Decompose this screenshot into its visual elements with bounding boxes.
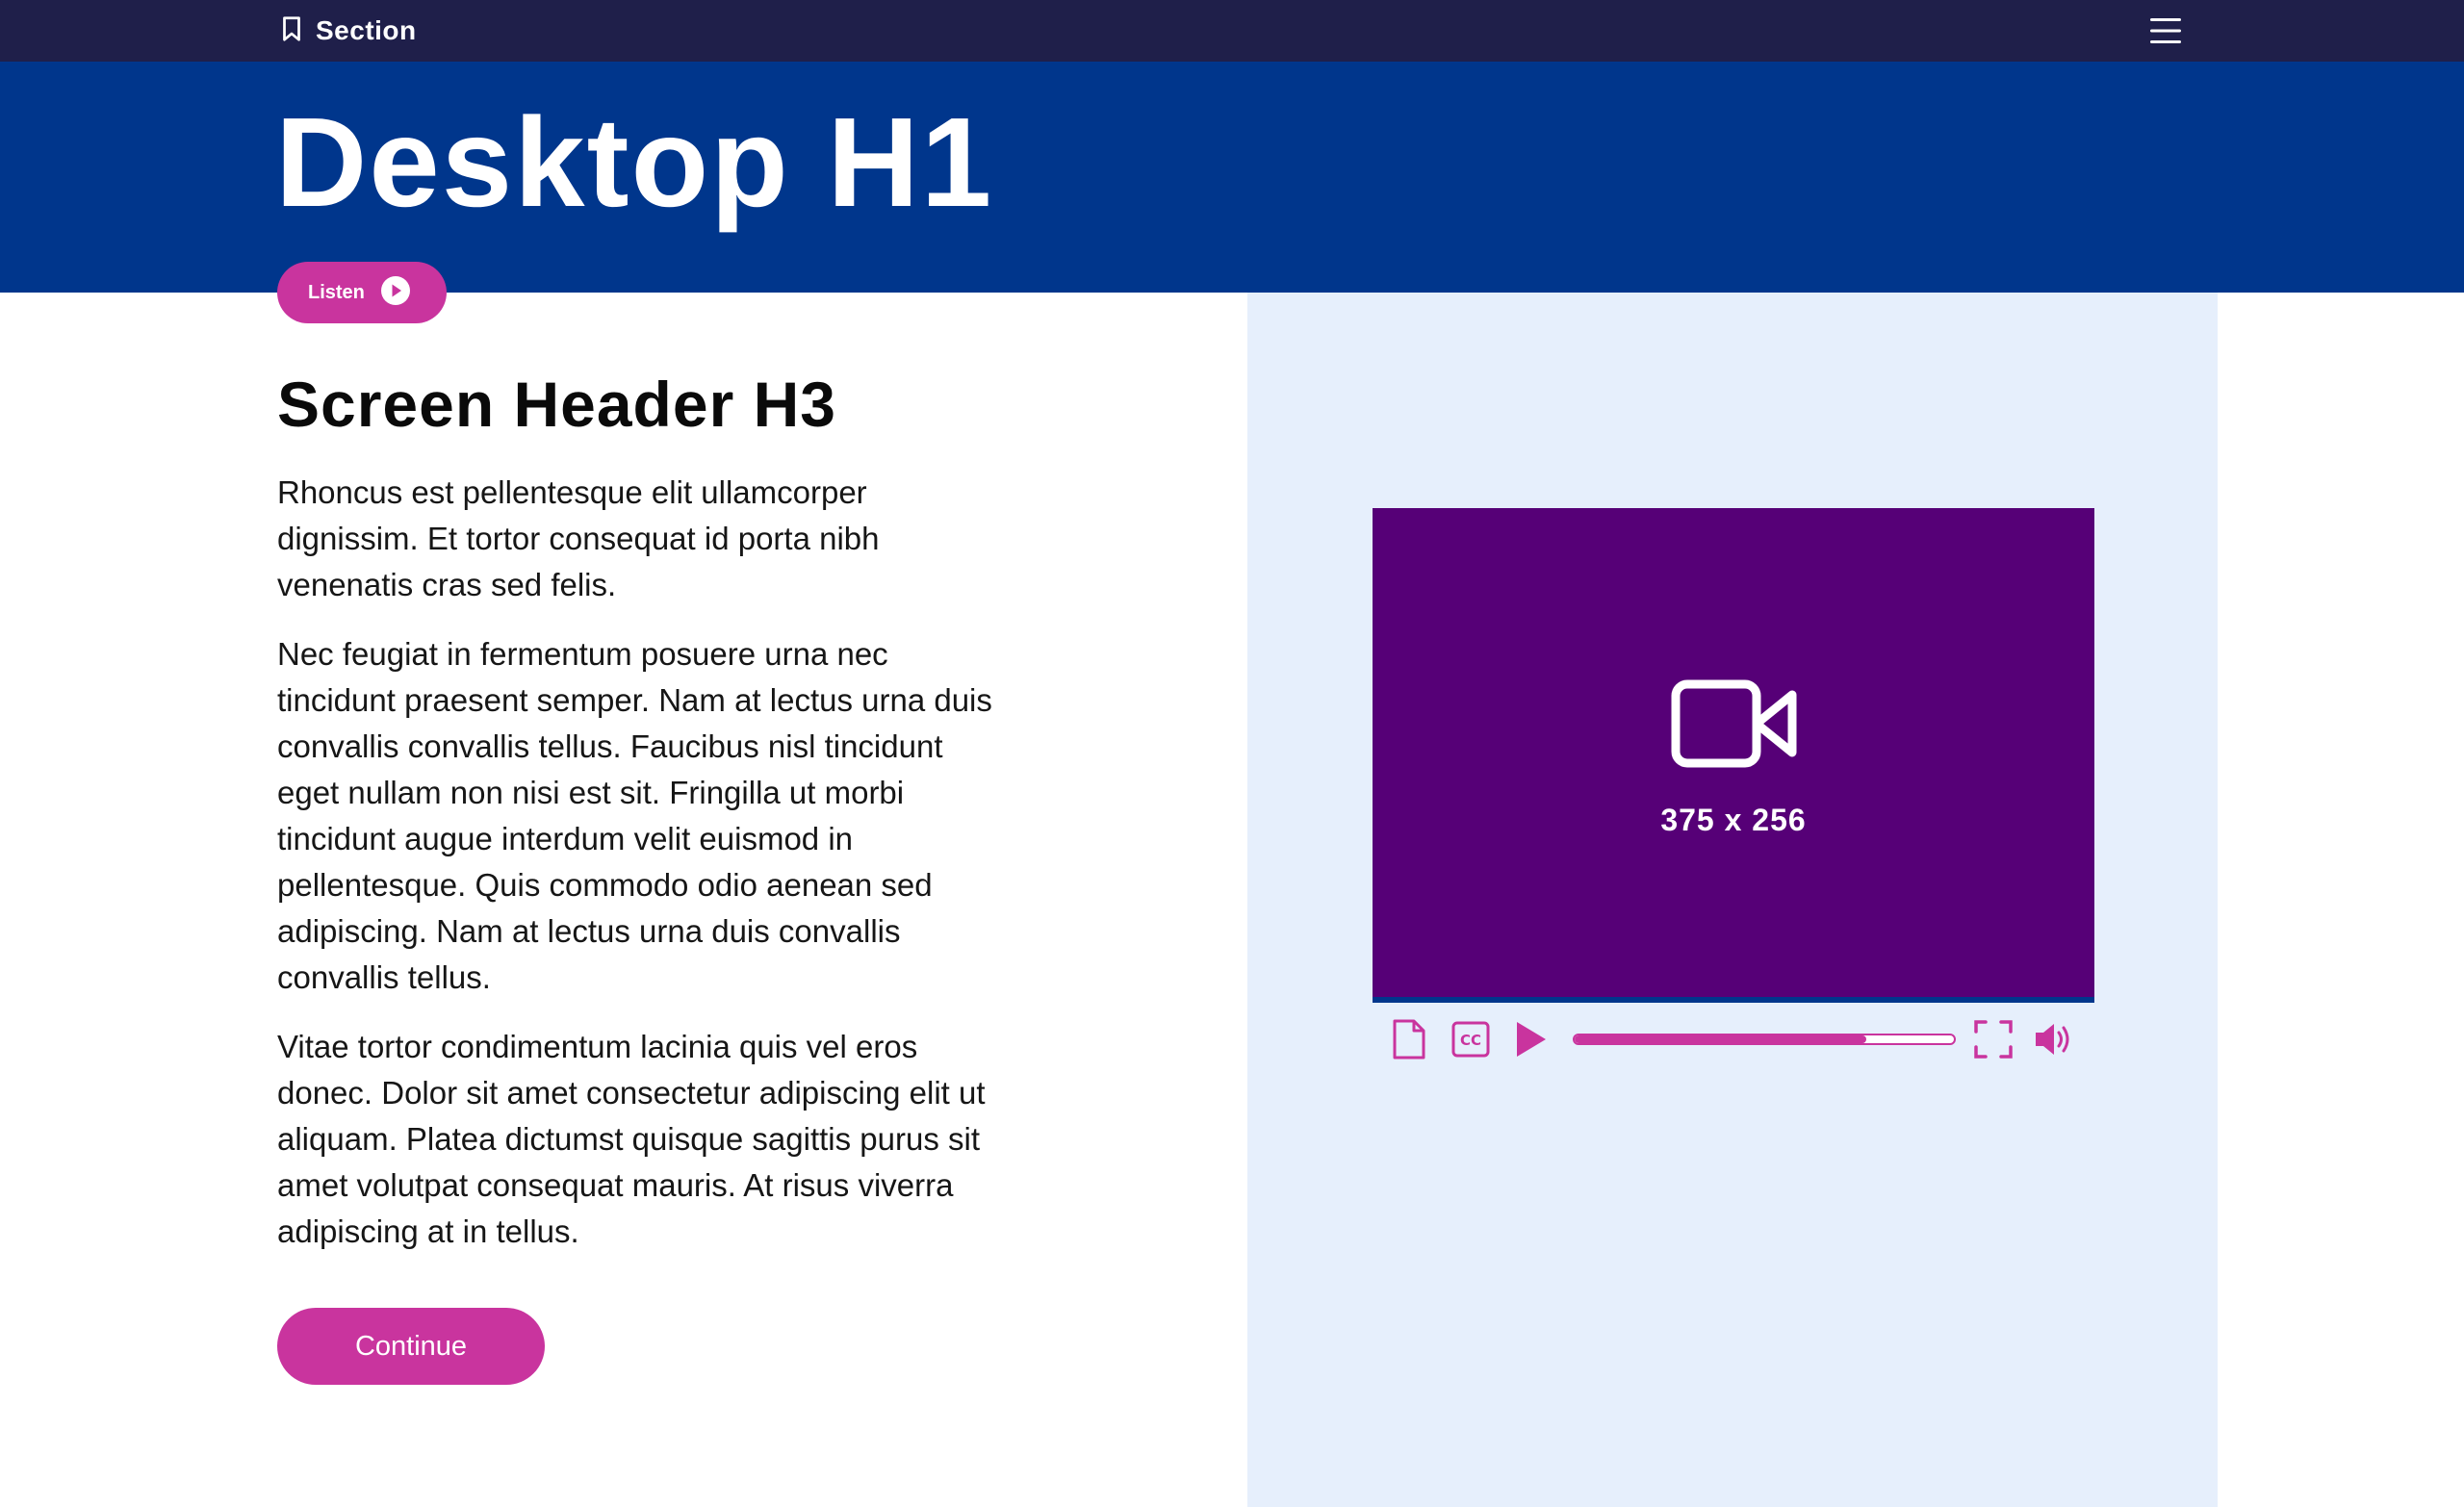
section-label: Section	[316, 15, 417, 45]
play-icon	[1517, 1022, 1546, 1057]
transcript-button[interactable]	[1392, 1018, 1426, 1060]
play-button[interactable]	[1515, 1018, 1548, 1060]
body-paragraph-1: Rhoncus est pellentesque elit ullamcorpe…	[277, 474, 880, 602]
video-controls: CC	[1373, 1009, 2094, 1066]
page-title: Desktop H1	[275, 91, 994, 233]
body-paragraph-2: Nec feugiat in fermentum posuere urna ne…	[277, 636, 992, 995]
section-link[interactable]: Section	[277, 13, 417, 48]
hamburger-menu-button[interactable]	[2146, 12, 2185, 50]
page-header: Desktop H1	[0, 62, 2464, 293]
svg-text:CC: CC	[1460, 1032, 1481, 1049]
progress-fill	[1575, 1035, 1867, 1043]
video-camera-icon	[1671, 679, 1798, 768]
content-column: Screen Header H3 Rhoncus est pellentesqu…	[277, 366, 1028, 1255]
closed-captions-icon: CC	[1451, 1021, 1490, 1058]
video-placeholder-label: 375 x 256	[1660, 803, 1807, 837]
top-nav-bar: Section	[0, 0, 2464, 62]
fullscreen-icon	[1974, 1020, 2013, 1059]
listen-label: Listen	[308, 281, 365, 303]
video-player[interactable]: 375 x 256	[1373, 508, 2094, 1003]
captions-button[interactable]: CC	[1451, 1018, 1490, 1060]
body-paragraph-3: Vitae tortor condimentum lacinia quis ve…	[277, 1029, 986, 1249]
document-icon	[1393, 1019, 1425, 1060]
bookmark-icon	[277, 14, 306, 48]
progress-slider[interactable]	[1573, 1034, 1956, 1045]
continue-button[interactable]: Continue	[277, 1308, 545, 1385]
volume-button[interactable]	[2033, 1018, 2073, 1060]
fullscreen-button[interactable]	[1973, 1018, 2014, 1060]
screen-header: Screen Header H3	[277, 369, 836, 440]
volume-icon	[2036, 1024, 2069, 1055]
hamburger-menu-icon	[2150, 18, 2181, 43]
video-bottom-border	[1373, 997, 2094, 1003]
listen-button[interactable]: Listen	[277, 262, 447, 323]
play-circle-icon	[380, 275, 411, 311]
